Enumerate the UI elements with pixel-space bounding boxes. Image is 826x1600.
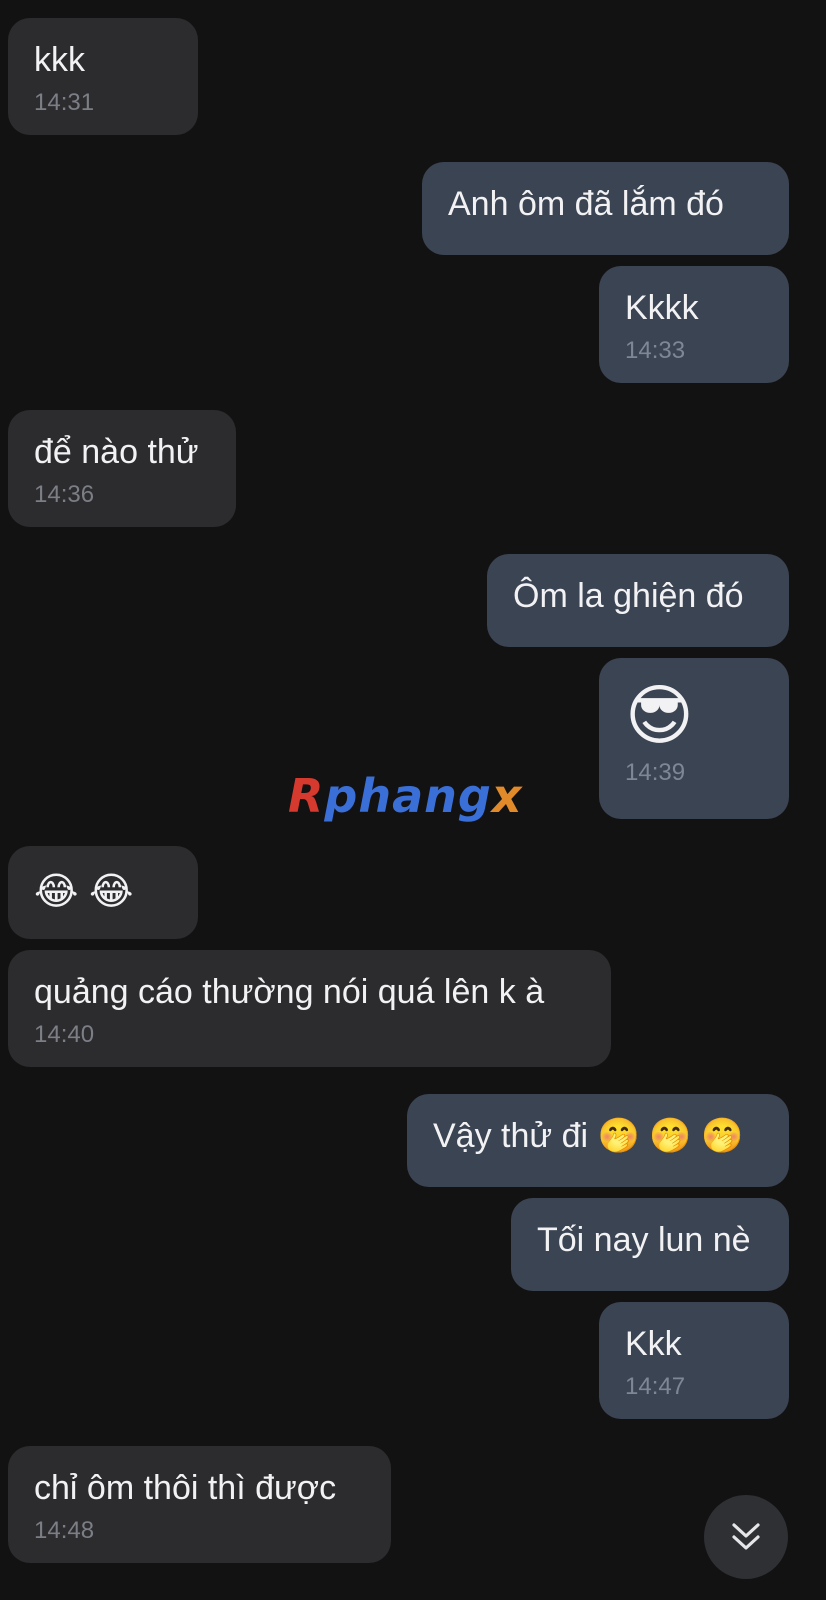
message-text: Anh ôm đã lắm đó: [448, 185, 724, 223]
message-bubble-sent[interactable]: Anh ôm đã lắm đó: [422, 162, 789, 255]
message-text: kkk: [34, 41, 85, 79]
message-time: 14:39: [625, 759, 686, 786]
scroll-to-bottom-button[interactable]: [704, 1495, 788, 1579]
message-time: 14:47: [625, 1373, 686, 1400]
watermark-middle: phang: [324, 769, 492, 823]
sunglasses-emoji: 😎: [625, 678, 694, 752]
laughing-emoji: 😂 😂: [34, 871, 134, 913]
watermark-logo: Rphangx: [288, 768, 523, 824]
message-bubble-sent[interactable]: Vậy thử đi 🤭 🤭 🤭: [407, 1094, 789, 1187]
watermark-first: R: [288, 769, 325, 823]
message-time: 14:31: [34, 89, 95, 116]
message-time: 14:36: [34, 481, 95, 508]
message-text: Tối nay lun nè: [537, 1221, 751, 1259]
message-bubble-received[interactable]: để nào thử 14:36: [8, 410, 236, 527]
message-bubble-sent[interactable]: Tối nay lun nè: [511, 1198, 789, 1291]
message-bubble-received[interactable]: kkk 14:31: [8, 18, 198, 135]
message-bubble-sent[interactable]: Ôm la ghiện đó: [487, 554, 789, 647]
message-bubble-received[interactable]: 😂 😂: [8, 846, 198, 939]
message-text: quảng cáo thường nói quá lên k à: [34, 973, 545, 1011]
message-text: Kkkk: [625, 289, 699, 327]
message-bubble-received[interactable]: chỉ ôm thôi thì được 14:48: [8, 1446, 391, 1563]
message-time: 14:48: [34, 1517, 95, 1544]
message-text: chỉ ôm thôi thì được: [34, 1469, 337, 1507]
watermark-last: x: [491, 769, 523, 823]
message-time: 14:33: [625, 337, 686, 364]
double-chevron-down-icon: [732, 1523, 760, 1550]
message-text: Kkk: [625, 1325, 682, 1363]
message-text: Ôm la ghiện đó: [513, 577, 744, 615]
message-text: Vậy thử đi 🤭 🤭 🤭: [433, 1117, 744, 1155]
message-bubble-sent[interactable]: Kkk 14:47: [599, 1302, 789, 1419]
message-bubble-sent[interactable]: 😎 14:39: [599, 658, 789, 819]
message-bubble-received[interactable]: quảng cáo thường nói quá lên k à 14:40: [8, 950, 611, 1067]
message-time: 14:40: [34, 1021, 95, 1048]
message-bubble-sent[interactable]: Kkkk 14:33: [599, 266, 789, 383]
message-text: để nào thử: [34, 433, 199, 471]
